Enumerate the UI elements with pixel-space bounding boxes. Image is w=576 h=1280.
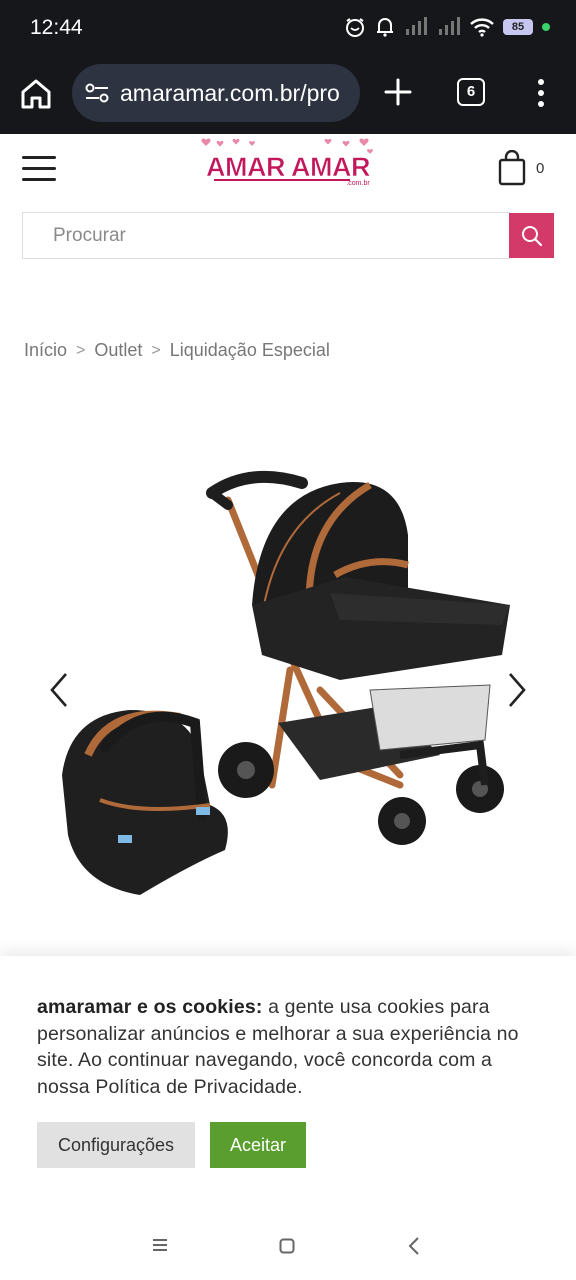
search-button[interactable] — [509, 213, 554, 258]
back-icon[interactable] — [408, 1237, 420, 1255]
cookie-settings-button[interactable]: Configurações — [37, 1122, 195, 1168]
logo[interactable]: AMAR AMAR .com.br — [200, 136, 376, 192]
shopping-bag-icon[interactable] — [498, 150, 526, 186]
search-field[interactable] — [22, 212, 510, 259]
home-icon[interactable] — [18, 76, 54, 112]
system-nav-bar — [0, 1206, 576, 1280]
cart-count: 0 — [536, 160, 545, 177]
breadcrumb-item-inicio[interactable]: Início — [24, 340, 67, 361]
recent-apps-icon[interactable] — [152, 1238, 168, 1252]
menu-icon[interactable] — [22, 156, 56, 182]
status-time: 12:44 — [30, 16, 83, 39]
chevron-right-icon: > — [151, 341, 161, 359]
privacy-indicator-dot — [542, 23, 550, 31]
cookie-banner: amaramar e os cookies: a gente usa cooki… — [0, 956, 576, 1206]
search-input[interactable] — [23, 213, 510, 258]
wifi-icon — [470, 18, 494, 37]
alarm-icon — [346, 18, 364, 37]
breadcrumb-item-outlet[interactable]: Outlet — [94, 340, 142, 361]
url-text[interactable]: amaramar.com.br/pro — [120, 80, 352, 107]
tab-switcher-button[interactable]: 6 — [457, 78, 485, 106]
status-bar: 12:44 85 — [0, 0, 576, 56]
battery-icon: 85 — [503, 19, 533, 35]
logo-text: AMAR AMAR — [206, 152, 370, 182]
cookie-accept-button[interactable]: Aceitar — [210, 1122, 306, 1168]
cookie-text: amaramar e os cookies: a gente usa cooki… — [37, 994, 547, 1100]
chevron-right-icon[interactable] — [504, 668, 530, 712]
logo-suffix: .com.br — [346, 180, 370, 187]
product-image — [62, 470, 510, 895]
bell-icon — [377, 18, 393, 37]
breadcrumb: Início > Outlet > Liquidação Especial — [24, 340, 330, 361]
signal-icon — [406, 17, 427, 35]
search-icon — [521, 225, 542, 246]
more-menu-icon[interactable] — [530, 76, 552, 110]
breadcrumb-item-current: Liquidação Especial — [169, 340, 330, 360]
new-tab-icon[interactable] — [382, 76, 414, 108]
signal-icon — [439, 17, 460, 35]
address-bar[interactable]: amaramar.com.br/pro — [72, 64, 360, 122]
cookie-title: amaramar e os cookies: — [37, 996, 263, 1018]
chevron-right-icon: > — [76, 341, 86, 359]
site-settings-icon[interactable] — [84, 80, 110, 106]
status-icons: 85 — [344, 16, 550, 38]
home-nav-icon[interactable] — [279, 1238, 295, 1254]
browser-toolbar: amaramar.com.br/pro 6 — [0, 56, 576, 134]
chevron-left-icon[interactable] — [46, 668, 72, 712]
